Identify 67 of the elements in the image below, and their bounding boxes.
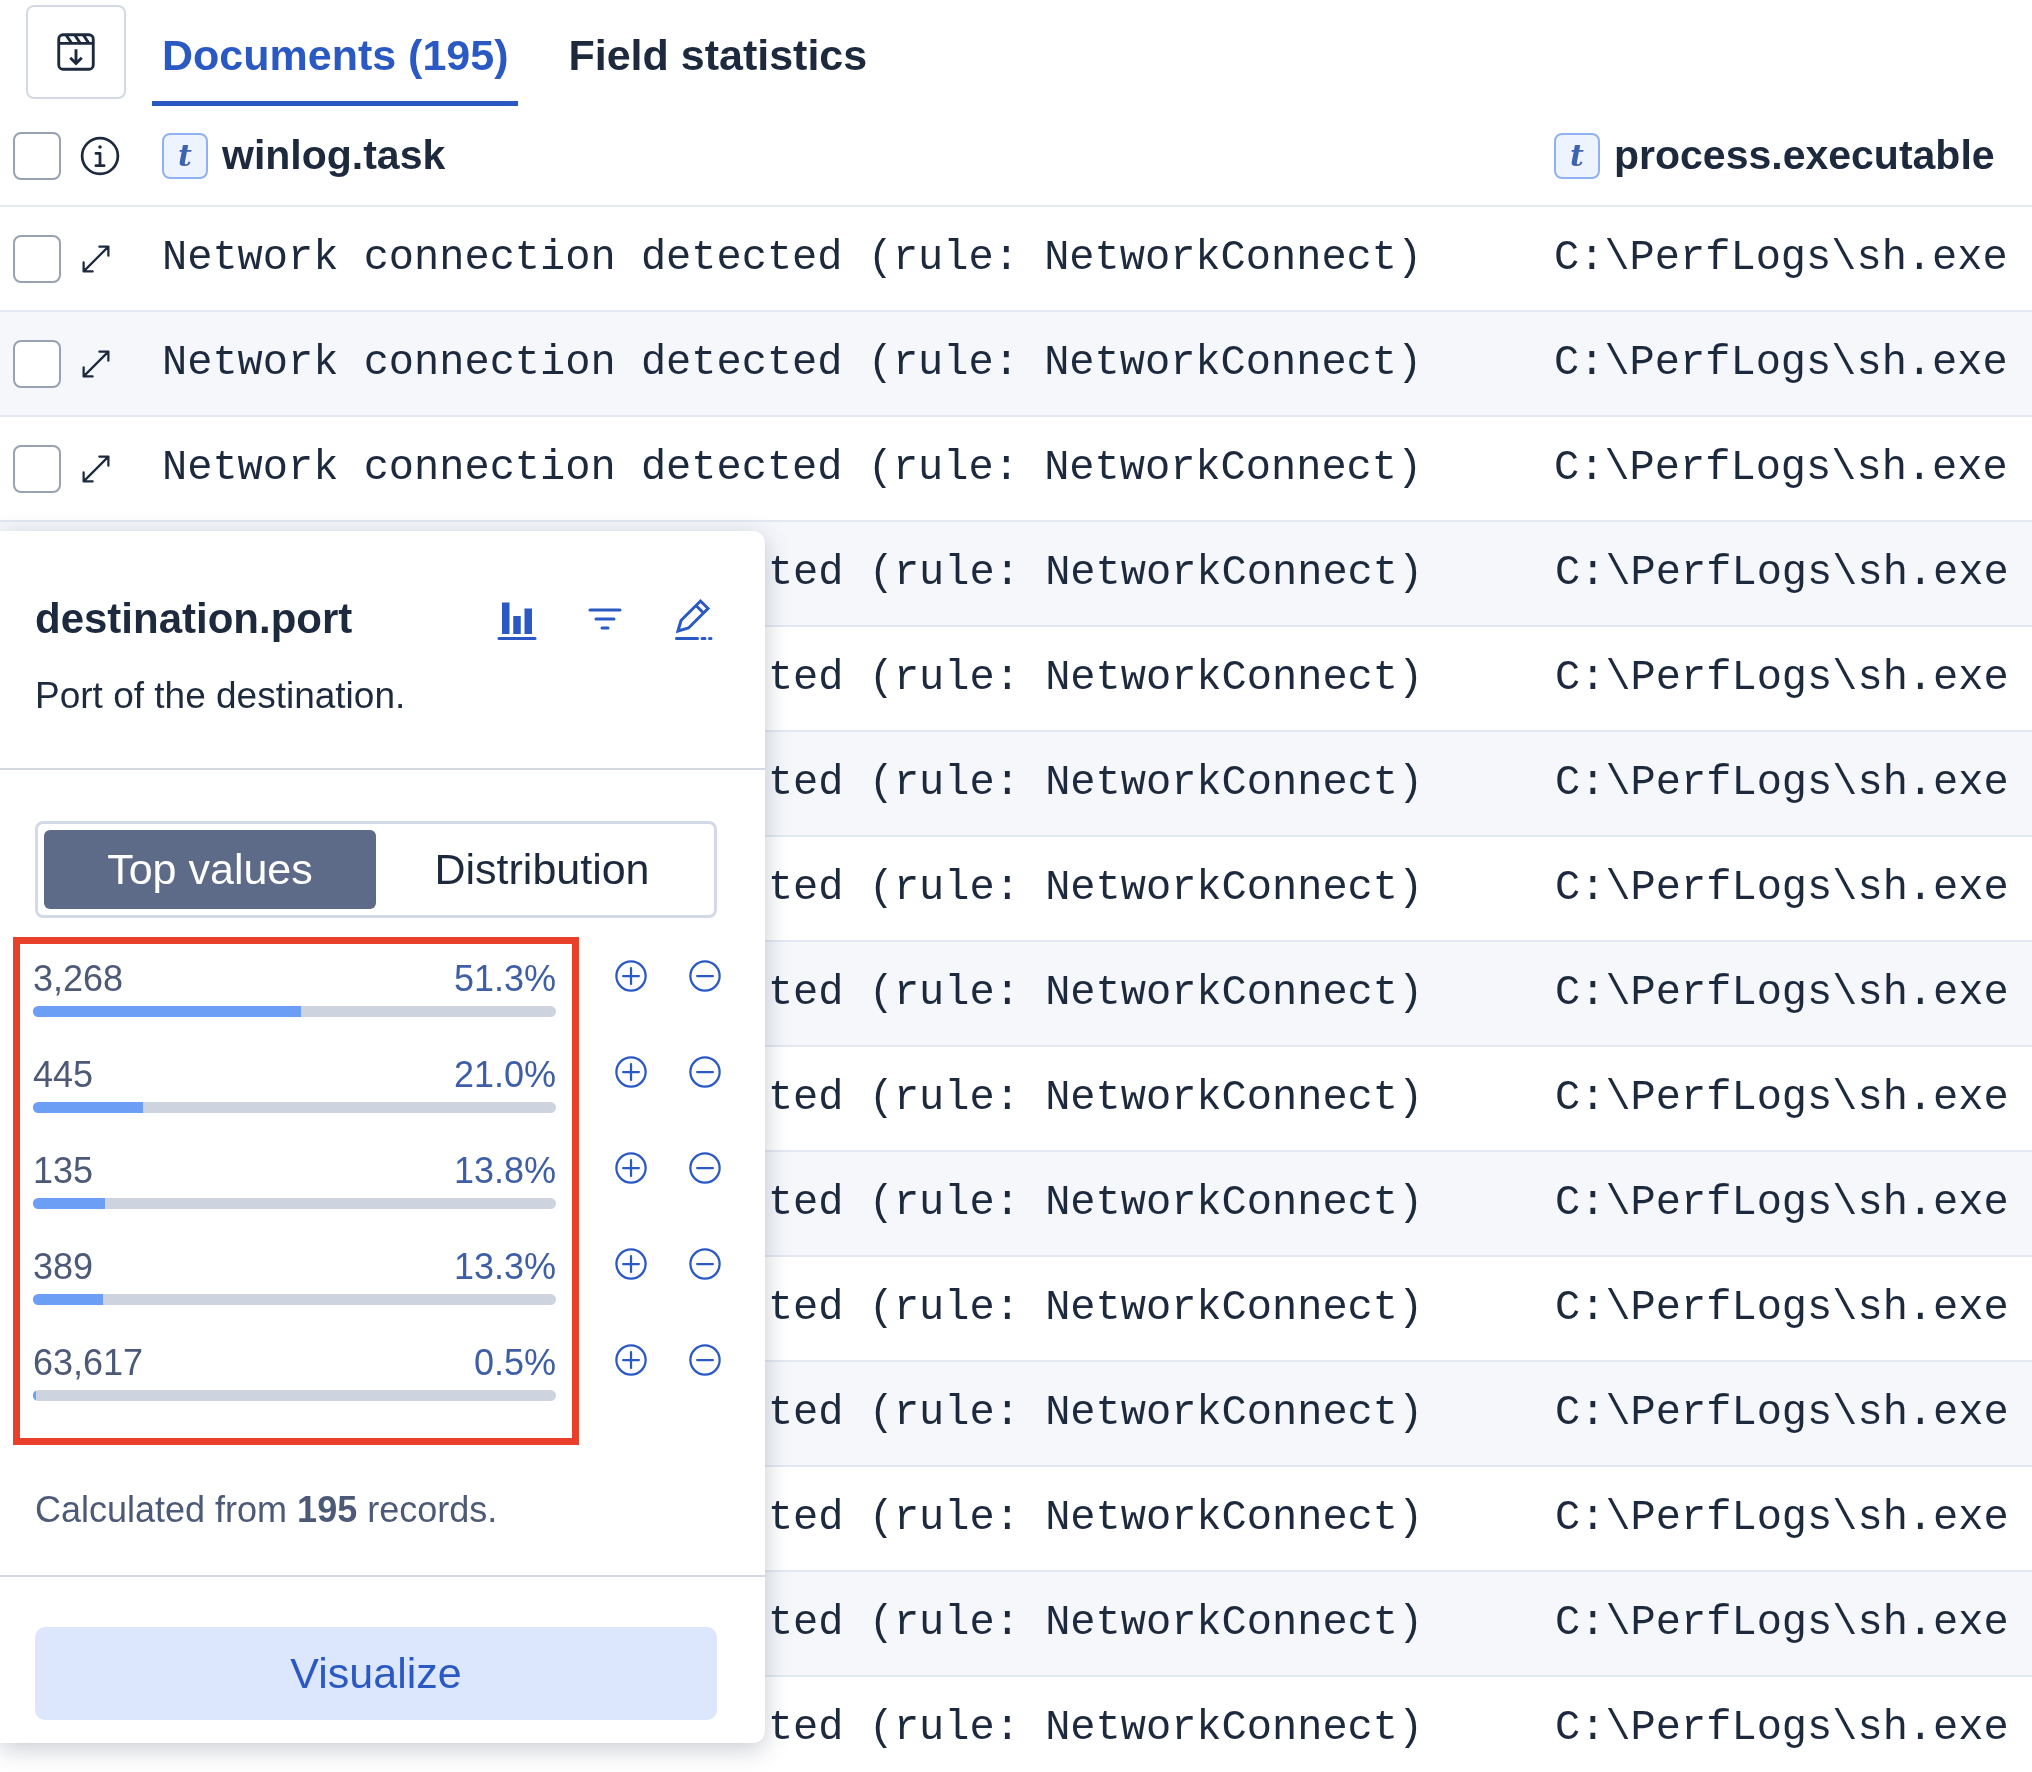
value-label: 445 [33,1052,94,1097]
table-cell-text: C:\PerfLogs\sh.exe [1554,338,2008,389]
percent-label: 51.3% [453,956,556,1001]
percent-label: 13.3% [453,1244,556,1289]
table-cell-text: C:\PerfLogs\sh.exe [1555,758,2009,809]
row-checkbox[interactable] [13,339,61,388]
table-cell-text: C:\PerfLogs\sh.exe [1555,1283,2009,1334]
table-cell-text: ted (rule: NetworkConnect) [767,863,1424,914]
mode-option[interactable]: Distribution [376,829,708,909]
table-cell-text: C:\PerfLogs\sh.exe [1554,233,2008,284]
plus-circle-icon[interactable] [613,957,649,994]
minus-circle-icon[interactable] [687,957,723,994]
table-cell-text: C:\PerfLogs\sh.exe [1555,653,2009,704]
table-cell-text: C:\PerfLogs\sh.exe [1555,1073,2009,1124]
table-cell-text: C:\PerfLogs\sh.exe [1555,1178,2009,1229]
value-label: 135 [33,1148,94,1193]
mode-option[interactable]: Top values [44,829,376,909]
field-name: destination.port [35,594,353,644]
table-cell-text: ted (rule: NetworkConnect) [767,1178,1424,1229]
value-label: 389 [33,1244,94,1289]
table-cell-text: Network connection detected (rule: NetworkConnect) [162,443,1423,494]
plus-circle-icon[interactable] [613,1149,649,1186]
table-cell-text: ted (rule: NetworkConnect) [767,1598,1424,1649]
table-cell-text: C:\PerfLogs\sh.exe [1555,548,2009,599]
table-cell-text: C:\PerfLogs\sh.exe [1555,968,2009,1019]
table-cell-text: ted (rule: NetworkConnect) [767,1283,1424,1334]
plus-circle-icon[interactable] [613,1245,649,1282]
field-description: Port of the destination. [35,674,407,718]
table-cell-text: C:\PerfLogs\sh.exe [1554,443,2008,494]
value-label: 3,268 [33,956,124,1001]
column-header[interactable]: process.executable [1614,124,1995,187]
table-cell-text: ted (rule: NetworkConnect) [767,548,1424,599]
table-cell-text: Network connection detected (rule: NetworkConnect) [162,338,1423,389]
percent-label: 0.5% [473,1340,556,1385]
minus-circle-icon[interactable] [687,1149,723,1186]
type-badge: t [1554,132,1600,179]
table-cell-text: Network connection detected (rule: NetworkConnect) [162,233,1423,284]
tab[interactable]: Field statistics [558,22,878,106]
table-cell-text: C:\PerfLogs\sh.exe [1555,1598,2009,1649]
visualize-button[interactable]: Visualize [35,1626,717,1720]
tab[interactable]: Documents (195) [152,22,519,106]
summary-text: Calculated from 195 records. [35,1487,499,1532]
table-cell-text: ted (rule: NetworkConnect) [767,1073,1424,1124]
export-button[interactable] [26,5,126,99]
table-cell-text: ted (rule: NetworkConnect) [767,758,1424,809]
value-label: 63,617 [33,1340,144,1385]
minus-circle-icon[interactable] [687,1341,723,1378]
column-header[interactable]: winlog.task [222,124,446,187]
select-all-checkbox[interactable] [13,131,61,180]
table-cell-text: ted (rule: NetworkConnect) [767,1388,1424,1439]
plus-circle-icon[interactable] [613,1341,649,1378]
plus-circle-icon[interactable] [613,1053,649,1090]
table-cell-text: ted (rule: NetworkConnect) [767,968,1424,1019]
percent-label: 21.0% [453,1052,556,1097]
percent-label: 13.8% [453,1148,556,1193]
minus-circle-icon[interactable] [687,1245,723,1282]
table-cell-text: ted (rule: NetworkConnect) [767,1703,1424,1754]
table-cell-text: C:\PerfLogs\sh.exe [1555,863,2009,914]
row-checkbox[interactable] [13,444,61,493]
table-cell-text: ted (rule: NetworkConnect) [767,1493,1424,1544]
minus-circle-icon[interactable] [687,1053,723,1090]
table-cell-text: C:\PerfLogs\sh.exe [1555,1703,2009,1754]
table-cell-text: C:\PerfLogs\sh.exe [1555,1493,2009,1544]
table-cell-text: ted (rule: NetworkConnect) [767,653,1424,704]
table-cell-text: C:\PerfLogs\sh.exe [1555,1388,2009,1439]
type-badge: t [162,132,208,179]
row-checkbox[interactable] [13,234,61,283]
